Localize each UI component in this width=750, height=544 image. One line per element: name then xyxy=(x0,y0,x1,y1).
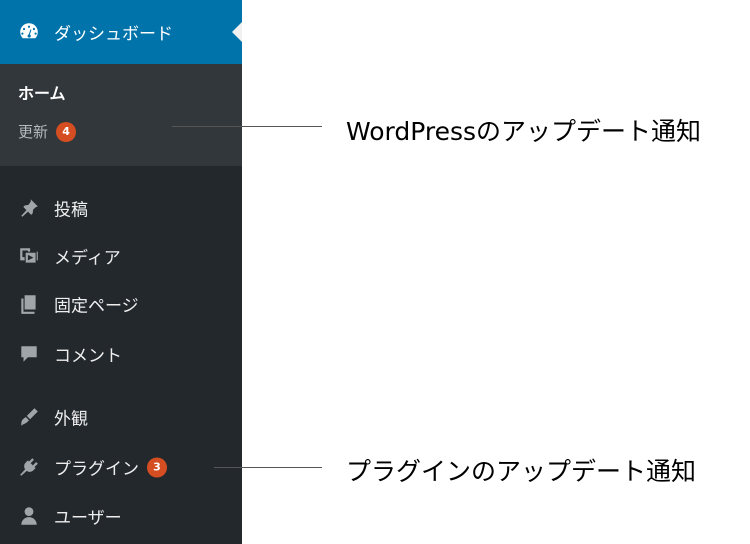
submenu-item-home[interactable]: ホーム xyxy=(18,80,66,104)
sidebar-item-users[interactable]: ユーザー xyxy=(0,496,242,536)
sidebar-item-label: 投稿 xyxy=(54,200,88,221)
submenu-item-label: ホーム xyxy=(18,84,66,103)
sidebar-item-label: ダッシュボード xyxy=(54,24,173,45)
comment-icon xyxy=(18,343,40,365)
current-menu-arrow xyxy=(232,22,242,42)
page-icon xyxy=(18,293,40,315)
brush-icon xyxy=(18,406,40,428)
submenu-item-label: 更新 xyxy=(18,123,49,141)
plugin-icon xyxy=(18,456,40,478)
sidebar-item-label: プラグイン 3 xyxy=(54,455,167,480)
annotation-plugin-update: プラグインのアップデート通知 xyxy=(346,457,697,486)
pin-icon xyxy=(18,197,40,219)
sidebar-item-posts[interactable]: 投稿 xyxy=(0,188,242,228)
screenshot-stage: ダッシュボード ホーム 更新 4 投稿 メディア 固定ページ コメント 外観 プ… xyxy=(0,0,750,544)
sidebar-item-plugins[interactable]: プラグイン 3 xyxy=(0,447,242,487)
submenu-item-updates[interactable]: 更新 4 xyxy=(18,121,77,142)
sidebar-item-pages[interactable]: 固定ページ xyxy=(0,284,242,324)
user-icon xyxy=(18,505,40,527)
sidebar-item-label: 外観 xyxy=(54,409,88,430)
annotation-line-plugin-update xyxy=(214,467,322,468)
plugin-update-badge: 3 xyxy=(147,457,167,477)
sidebar-item-dashboard[interactable]: ダッシュボード xyxy=(0,0,242,64)
sidebar-item-label: メディア xyxy=(54,248,121,269)
plugins-label-text: プラグイン xyxy=(54,459,139,480)
sidebar-item-label: コメント xyxy=(54,346,122,367)
sidebar-item-comments[interactable]: コメント xyxy=(0,334,242,374)
sidebar-item-label: 固定ページ xyxy=(54,296,139,317)
sidebar-item-appearance[interactable]: 外観 xyxy=(0,397,242,437)
annotation-wordpress-update: WordPressのアップデート通知 xyxy=(346,117,702,146)
update-count-badge: 4 xyxy=(56,121,77,142)
media-icon xyxy=(18,245,40,267)
admin-sidebar: ダッシュボード ホーム 更新 4 投稿 メディア 固定ページ コメント 外観 プ… xyxy=(0,0,242,544)
sidebar-item-media[interactable]: メディア xyxy=(0,236,242,276)
annotation-line-wordpress-update xyxy=(172,126,322,127)
dashboard-icon xyxy=(18,21,40,43)
sidebar-item-label: ユーザー xyxy=(54,508,122,529)
